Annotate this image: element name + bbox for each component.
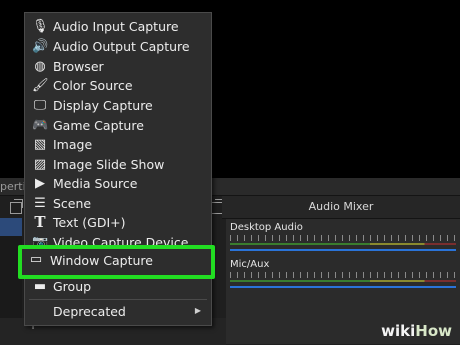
- menu-item-text-gdi[interactable]: T Text (GDI+): [25, 213, 211, 232]
- menu-item-label: Browser: [53, 59, 104, 74]
- gamepad-icon: 🎮: [32, 118, 49, 133]
- audio-mixer-title: Audio Mixer: [308, 200, 374, 213]
- meter-ticks: [230, 272, 456, 278]
- menu-item-image-slide-show[interactable]: ▨ Image Slide Show: [25, 155, 211, 174]
- wikihow-watermark: wikiHow: [381, 322, 452, 340]
- menu-item-label: Text (GDI+): [53, 215, 126, 230]
- menu-item-audio-input-capture[interactable]: 🎙 Audio Input Capture: [25, 17, 211, 36]
- menu-item-label: Audio Input Capture: [53, 19, 179, 34]
- menu-item-label: Display Capture: [53, 98, 153, 113]
- chevron-right-icon: ▶: [194, 306, 201, 315]
- volume-meter: [230, 280, 456, 282]
- folder-icon: ▬: [33, 279, 47, 294]
- monitor-icon: 🖵: [33, 98, 47, 113]
- menu-item-color-source[interactable]: 🖌 Color Source: [25, 76, 211, 95]
- menu-item-deprecated[interactable]: Deprecated ▶: [25, 302, 211, 321]
- menu-item-group[interactable]: ▬ Group: [25, 277, 211, 296]
- undock-icon[interactable]: [10, 199, 23, 214]
- slideshow-icon: ▨: [33, 157, 47, 172]
- menu-item-label: Scene: [53, 196, 92, 211]
- menu-item-label: Deprecated: [53, 304, 126, 319]
- window-icon: ▭: [29, 252, 43, 267]
- menu-item-label: Window Capture: [50, 253, 153, 268]
- menu-item-media-source[interactable]: ▶ Media Source: [25, 174, 211, 193]
- menu-separator: [29, 299, 207, 300]
- menu-item-label: Audio Output Capture: [53, 39, 190, 54]
- speaker-icon: 🔊: [32, 39, 49, 54]
- watermark-how: How: [415, 322, 452, 340]
- text-icon: T: [34, 213, 46, 231]
- menu-item-label: Color Source: [53, 78, 133, 93]
- menu-item-browser[interactable]: ◍ Browser: [25, 57, 211, 76]
- track-label-mic-aux: Mic/Aux: [230, 259, 270, 270]
- meter-ticks: [230, 235, 456, 241]
- menu-item-scene[interactable]: ☰ Scene: [25, 194, 211, 213]
- volume-meter: [230, 243, 456, 245]
- menu-item-label: Media Source: [53, 176, 138, 191]
- paintbrush-icon: 🖌: [32, 78, 49, 93]
- image-icon: ▧: [33, 137, 47, 152]
- volume-slider[interactable]: [230, 249, 456, 251]
- menu-item-window-capture[interactable]: ▭ Window Capture: [18, 245, 215, 279]
- selected-source-row[interactable]: [0, 218, 22, 236]
- menu-item-label: Game Capture: [53, 118, 144, 133]
- menu-item-game-capture[interactable]: 🎮 Game Capture: [25, 116, 211, 135]
- menu-item-audio-output-capture[interactable]: 🔊 Audio Output Capture: [25, 37, 211, 56]
- watermark-wiki: wiki: [381, 322, 416, 340]
- menu-item-label: Image Slide Show: [53, 157, 165, 172]
- play-icon: ▶: [35, 176, 45, 191]
- menu-item-label: Image: [53, 137, 93, 152]
- globe-icon: ◍: [34, 59, 46, 74]
- menu-item-image[interactable]: ▧ Image: [25, 135, 211, 154]
- microphone-icon: 🎙: [32, 19, 49, 34]
- track-label-desktop-audio: Desktop Audio: [230, 222, 303, 233]
- menu-item-display-capture[interactable]: 🖵 Display Capture: [25, 96, 211, 115]
- volume-slider[interactable]: [230, 286, 456, 288]
- menu-item-label: Group: [53, 279, 92, 294]
- list-icon: ☰: [34, 196, 46, 211]
- mixer-title-bar: Audio Mixer: [222, 196, 460, 219]
